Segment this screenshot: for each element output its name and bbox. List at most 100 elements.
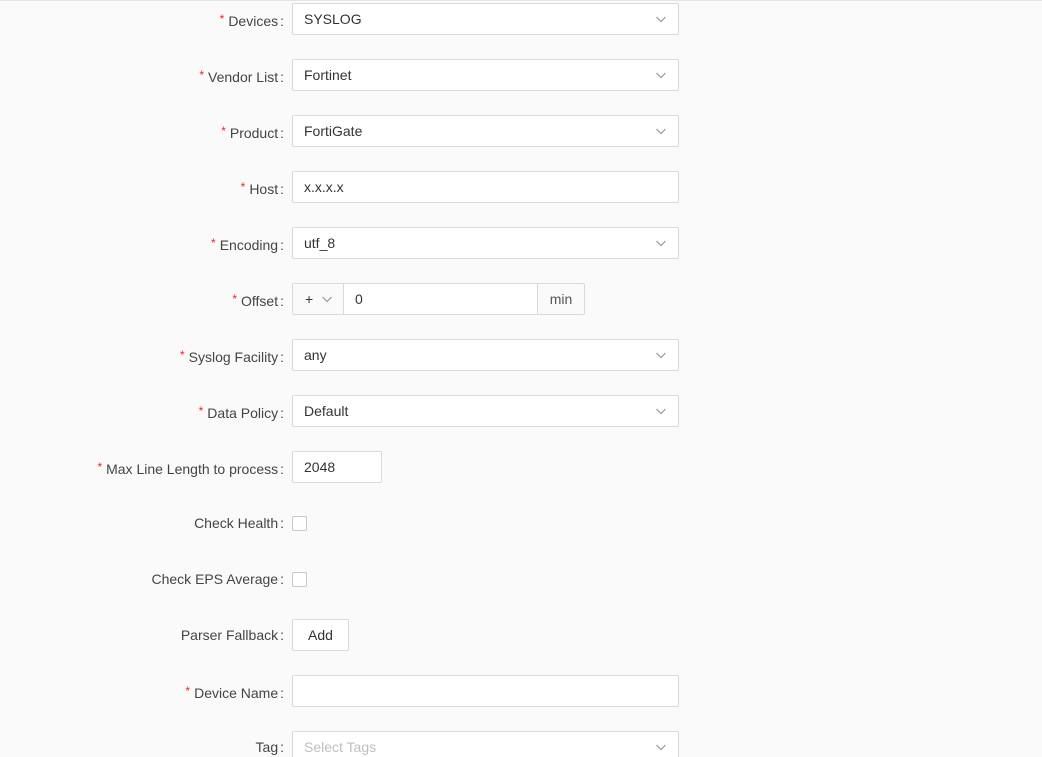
- colon: :: [280, 739, 284, 755]
- form-row-tag: Tag: Select Tags: [0, 731, 1042, 757]
- form-row-max-line-length: * Max Line Length to process: 2048: [0, 451, 1042, 483]
- offset-sign-select[interactable]: +: [292, 283, 344, 315]
- required-mark: *: [179, 348, 185, 362]
- host-value: x.x.x.x: [304, 179, 344, 195]
- required-mark: *: [198, 404, 204, 418]
- required-mark: *: [232, 292, 238, 306]
- vendor-list-select[interactable]: Fortinet: [292, 59, 679, 91]
- form-row-vendor-list: * Vendor List: Fortinet: [0, 59, 1042, 91]
- offset-label: * Offset:: [232, 283, 284, 315]
- devices-label: * Devices:: [220, 3, 284, 35]
- top-divider: [0, 0, 1042, 1]
- product-select[interactable]: FortiGate: [292, 115, 679, 147]
- max-line-length-input[interactable]: 2048: [292, 451, 382, 483]
- colon: :: [280, 293, 284, 309]
- offset-value: 0: [355, 291, 363, 307]
- check-eps-average-checkbox[interactable]: [292, 572, 307, 587]
- form-row-device-name: * Device Name:: [0, 675, 1042, 707]
- tag-placeholder: Select Tags: [304, 739, 377, 755]
- max-line-length-value: 2048: [304, 459, 336, 475]
- check-health-label: Check Health:: [194, 507, 284, 539]
- tag-label-text: Tag: [255, 739, 279, 755]
- form-row-data-policy: * Data Policy: Default: [0, 395, 1042, 427]
- colon: :: [280, 461, 284, 477]
- devices-value: SYSLOG: [304, 11, 362, 27]
- colon: :: [280, 515, 284, 531]
- form-row-host: * Host: x.x.x.x: [0, 171, 1042, 203]
- encoding-value: utf_8: [304, 235, 336, 251]
- offset-unit: min: [538, 283, 585, 315]
- chevron-down-icon: [655, 405, 667, 417]
- offset-group: + 0 min: [292, 283, 585, 315]
- encoding-select[interactable]: utf_8: [292, 227, 679, 259]
- devices-select[interactable]: SYSLOG: [292, 3, 679, 35]
- check-eps-average-label-text: Check EPS Average: [151, 571, 279, 587]
- syslog-facility-label: * Syslog Facility:: [180, 339, 284, 371]
- offset-input[interactable]: 0: [344, 283, 538, 315]
- colon: :: [280, 571, 284, 587]
- tag-label: Tag:: [256, 731, 284, 757]
- parser-fallback-label-text: Parser Fallback: [180, 627, 279, 643]
- devices-label-text: Devices: [228, 13, 279, 29]
- max-line-length-label-text: Max Line Length to process: [106, 461, 279, 477]
- host-label: * Host:: [241, 171, 284, 203]
- form-row-check-eps-average: Check EPS Average:: [0, 563, 1042, 595]
- tag-select[interactable]: Select Tags: [292, 731, 679, 757]
- product-label-text: Product: [229, 125, 279, 141]
- required-mark: *: [221, 124, 226, 138]
- form-row-offset: * Offset: + 0 min: [0, 283, 1042, 315]
- product-label: * Product:: [221, 115, 284, 147]
- product-value: FortiGate: [304, 123, 363, 139]
- data-policy-label: * Data Policy:: [199, 395, 284, 427]
- required-mark: *: [219, 12, 225, 26]
- max-line-length-label: * Max Line Length to process:: [97, 451, 284, 483]
- parser-fallback-label: Parser Fallback:: [181, 619, 284, 651]
- required-mark: *: [97, 460, 103, 474]
- chevron-down-icon: [655, 349, 667, 361]
- syslog-facility-select[interactable]: any: [292, 339, 679, 371]
- check-health-checkbox[interactable]: [292, 516, 307, 531]
- colon: :: [280, 13, 284, 29]
- form-row-parser-fallback: Parser Fallback: Add: [0, 619, 1042, 651]
- form-row-check-health: Check Health:: [0, 507, 1042, 539]
- chevron-down-icon: [655, 13, 667, 25]
- offset-label-text: Offset: [241, 293, 279, 309]
- colon: :: [280, 405, 284, 421]
- chevron-down-icon: [655, 237, 667, 249]
- colon: :: [280, 69, 284, 85]
- syslog-facility-value: any: [304, 347, 327, 363]
- chevron-down-icon: [655, 741, 667, 753]
- data-policy-value: Default: [304, 403, 349, 419]
- form-row-encoding: * Encoding: utf_8: [0, 227, 1042, 259]
- form-row-devices: * Devices: SYSLOG: [0, 3, 1042, 35]
- host-label-text: Host: [249, 181, 279, 197]
- add-parser-fallback-button[interactable]: Add: [292, 619, 349, 651]
- chevron-down-icon: [321, 293, 333, 305]
- colon: :: [280, 627, 284, 643]
- vendor-list-value: Fortinet: [304, 67, 352, 83]
- device-name-input[interactable]: [292, 675, 679, 707]
- host-input[interactable]: x.x.x.x: [292, 171, 679, 203]
- data-policy-label-text: Data Policy: [207, 405, 279, 421]
- colon: :: [280, 237, 284, 253]
- form-row-syslog-facility: * Syslog Facility: any: [0, 339, 1042, 371]
- vendor-list-label-text: Vendor List: [208, 69, 279, 85]
- colon: :: [280, 685, 284, 701]
- colon: :: [280, 181, 284, 197]
- encoding-label: * Encoding:: [211, 227, 284, 259]
- vendor-list-label: * Vendor List:: [199, 59, 284, 91]
- data-policy-select[interactable]: Default: [292, 395, 679, 427]
- required-mark: *: [199, 68, 205, 82]
- encoding-label-text: Encoding: [219, 237, 279, 253]
- required-mark: *: [211, 236, 216, 250]
- check-eps-average-checkbox-wrap: [292, 563, 312, 595]
- required-mark: *: [240, 180, 246, 194]
- syslog-facility-label-text: Syslog Facility: [188, 349, 279, 365]
- check-health-label-text: Check Health: [194, 515, 279, 531]
- device-name-label-text: Device Name: [194, 685, 279, 701]
- colon: :: [280, 349, 284, 365]
- check-eps-average-label: Check EPS Average:: [152, 563, 285, 595]
- chevron-down-icon: [655, 69, 667, 81]
- colon: :: [280, 125, 284, 141]
- parser-fallback-control: Add: [292, 619, 349, 651]
